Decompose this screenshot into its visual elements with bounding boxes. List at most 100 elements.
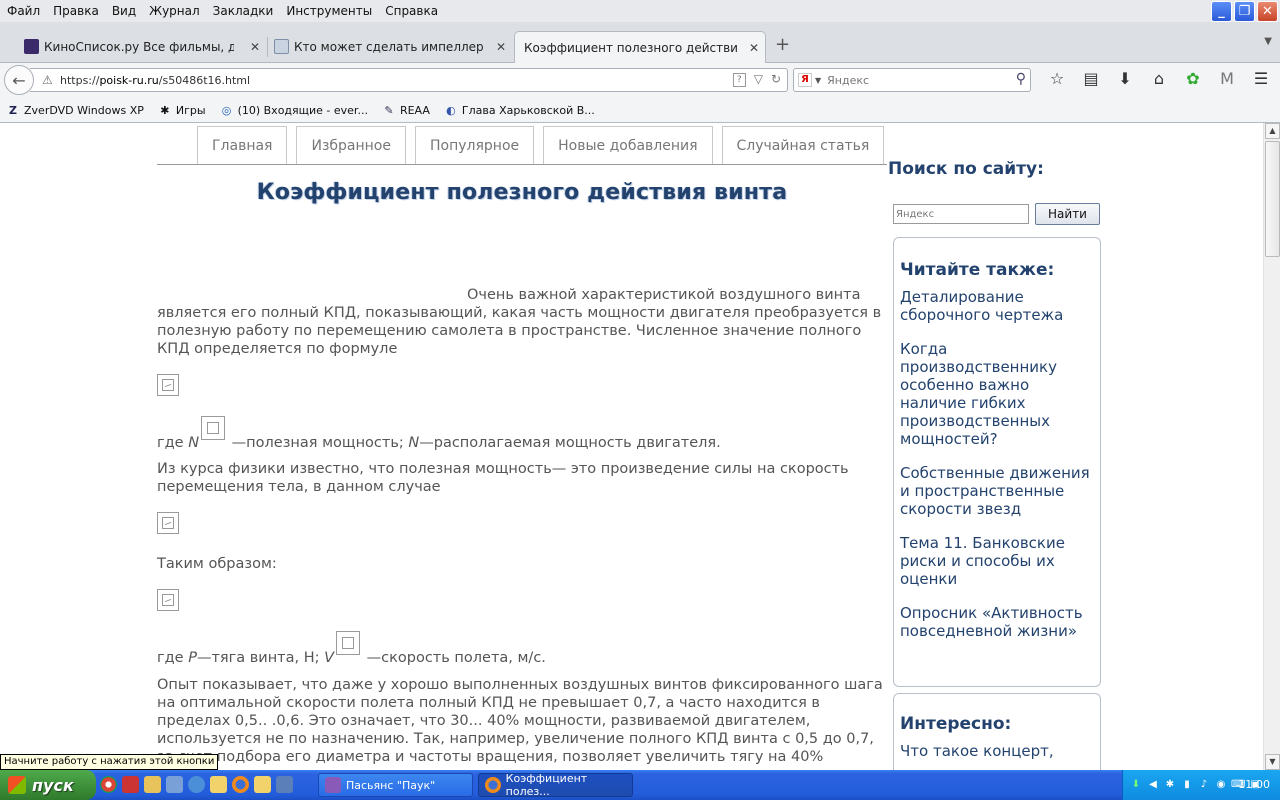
spider-solitaire-icon [325,777,341,793]
bookmarks-list-icon[interactable]: ▤ [1074,69,1108,88]
firefox-icon[interactable] [232,776,249,793]
bookmarks-toolbar: Z ZverDVD Windows XP ✱ Игры ◎ (10) Входящие… [0,99,1280,123]
bookmark-games[interactable]: ✱ Игры [152,104,205,118]
quick-launch [100,776,293,793]
signal-icon[interactable]: ▮ [1180,778,1194,792]
page-scrollbar[interactable]: ▲ ▼ [1263,123,1280,770]
addon-icon[interactable]: ✿ [1176,69,1210,88]
minimize-button[interactable]: _ [1211,1,1232,22]
bookmark-inbox[interactable]: ◎ (10) Входящие - ever... [214,104,368,118]
site-search-button[interactable]: Найти [1035,203,1100,225]
tab-current-article[interactable]: Коэффициент полезного действия винта ✕ [514,31,766,63]
menu-history[interactable]: Журнал [142,4,206,18]
start-button[interactable]: пуск [0,770,96,800]
search-bar[interactable]: Я ▼ ⚲ [793,68,1031,92]
broken-image-icon [342,637,355,649]
url-bar[interactable]: ⚠ https://poisk-ru.ru/s50486t16.html ? ▽… [30,68,788,92]
app-tray-icon[interactable]: ✱ [1163,778,1177,792]
restore-button[interactable]: ❐ [1234,1,1255,22]
tab-list-chevron-icon[interactable]: ▼ [1264,36,1272,47]
menu-hamburger-icon[interactable]: ☰ [1244,69,1278,88]
downloads-icon[interactable]: ⬇ [1108,69,1142,88]
bookmark-zverdvd[interactable]: Z ZverDVD Windows XP [0,104,144,118]
speaker-icon[interactable]: ♪ [1197,778,1211,792]
menu-tools[interactable]: Инструменты [279,4,378,18]
network-icon[interactable]: ◉ [1214,778,1228,792]
formula-inline-image [336,631,361,655]
menu-view[interactable]: Вид [105,4,142,18]
url-path: /s50486t16.html [158,73,251,87]
gmail-icon[interactable]: M [1210,69,1244,88]
bookmark-label: ZverDVD Windows XP [24,104,144,117]
url-scheme: https:// [60,73,100,87]
menu-file[interactable]: Файл [0,4,46,18]
tab-impeller[interactable]: Кто может сделать импеллер? | Ст... ✕ [270,31,512,63]
tab-kinospisok[interactable]: КиноСписок.ру Все фильмы, докум... ✕ [20,31,268,63]
bookmark-label: REAA [399,104,430,117]
read-also-link[interactable]: Опросник «Активность повседневной жизни» [900,604,1094,640]
toolbar-icons: ☆ ▤ ⬇ ⌂ ✿ M ☰ [1040,69,1278,88]
scroll-down-icon[interactable]: ▼ [1265,754,1280,770]
url-text[interactable]: https://poisk-ru.ru/s50486t16.html [60,74,250,87]
close-tab-icon[interactable]: ✕ [250,40,260,54]
new-tab-button[interactable]: + [775,34,790,55]
warning-icon[interactable]: ⚠ [42,73,58,87]
text: где [157,435,189,451]
dropdown-icon[interactable]: ▽ [754,72,763,87]
interesting-box: Интересно: Что такое концерт, [893,693,1101,770]
bookmark-star-icon[interactable]: ☆ [1040,69,1074,88]
close-tab-icon[interactable]: ✕ [749,41,759,55]
menu-bookmarks[interactable]: Закладки [206,4,280,18]
yandex-engine-icon[interactable]: Я [798,73,812,87]
site-nav-popular[interactable]: Популярное [415,126,535,164]
reload-icon[interactable]: ↻ [771,72,781,87]
engine-dropdown-icon[interactable]: ▼ [815,76,821,85]
read-also-box: Читайте также: Деталирование сборочного … [893,237,1101,687]
close-tab-icon[interactable]: ✕ [496,40,506,54]
documents-icon[interactable] [210,776,227,793]
search-icon[interactable]: ⚲ [1016,71,1026,87]
read-also-link[interactable]: Собственные движения и пространственные … [900,464,1094,518]
ie-icon[interactable] [188,776,205,793]
bookmark-glava[interactable]: ◐ Глава Харьковской В... [438,104,595,118]
paragraph-intro: Очень важной характеристикой воздушного … [157,286,885,358]
paragraph-experience: Опыт показывает, что даже у хорошо выпол… [157,677,883,765]
system-tray: ⬇ ◀ ✱ ▮ ♪ ◉ ⌨ ▣ 11:00 [1122,770,1280,800]
volume-icon[interactable]: ◀ [1146,778,1160,792]
home-icon[interactable]: ⌂ [1142,69,1176,88]
bookmark-label: (10) Входящие - ever... [237,104,368,117]
back-button[interactable]: ← [4,65,34,95]
task-firefox[interactable]: Коэффициент полез... [478,772,633,798]
read-also-title: Читайте также: [900,260,1055,280]
app-icon[interactable] [122,776,139,793]
bookmark-reaa[interactable]: ✎ REAA [376,104,430,118]
scroll-thumb[interactable] [1265,141,1280,257]
bookmark-label: Глава Харьковской В... [461,104,595,117]
read-also-link[interactable]: Деталирование сборочного чертежа [900,288,1094,324]
desktop-icon[interactable] [276,776,293,793]
menu-edit[interactable]: Правка [46,4,105,18]
site-search-input[interactable] [893,204,1029,224]
help-icon[interactable]: ? [732,73,746,87]
folder-icon[interactable] [144,776,161,793]
disk-icon[interactable] [166,776,183,793]
folder-icon[interactable] [254,776,271,793]
site-nav-new[interactable]: Новые добавления [543,126,713,164]
scroll-up-icon[interactable]: ▲ [1265,123,1280,139]
chrome-icon[interactable] [100,776,117,793]
interesting-link[interactable]: Что такое концерт, [900,742,1094,760]
clock[interactable]: 11:00 [1238,778,1270,791]
task-spider-solitaire[interactable]: Пасьянс "Паук" [318,773,473,797]
read-also-link[interactable]: Тема 11. Банковские риски и способы их о… [900,534,1094,588]
search-input[interactable] [827,73,1008,87]
site-nav-favorites[interactable]: Избранное [296,126,406,164]
text: —полезная мощность; [227,435,409,451]
tab-separator [267,37,268,57]
symbol-v: V [324,650,335,666]
site-nav-home[interactable]: Главная [197,126,288,164]
read-also-link[interactable]: Когда производственнику особенно важно н… [900,340,1094,448]
menu-help[interactable]: Справка [378,4,444,18]
site-nav-random[interactable]: Случайная статья [721,126,885,164]
download-tray-icon[interactable]: ⬇ [1129,778,1143,792]
close-window-button[interactable]: ✕ [1257,1,1278,22]
